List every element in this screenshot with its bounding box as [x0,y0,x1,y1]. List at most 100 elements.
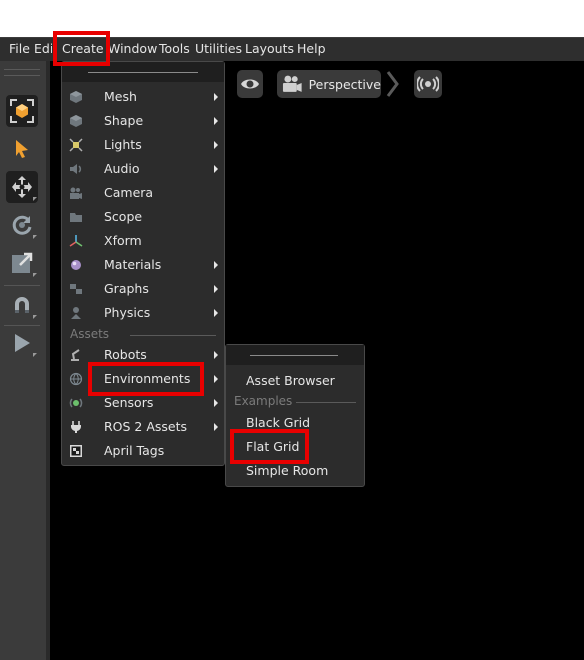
rotate-tool[interactable] [6,209,38,241]
xform-axes-icon [69,234,83,248]
select-mode-icon [10,99,34,123]
sensor-icon [69,396,83,410]
highlight-create [53,31,110,66]
menu-item-april-tags[interactable]: April Tags [62,439,224,463]
select-mode-tool[interactable] [6,95,38,127]
submenu-arrow-icon [214,285,218,293]
submenu-arrow-icon [214,309,218,317]
menu-file[interactable]: File [9,41,30,56]
move-arrows-icon [12,176,32,198]
menu-item-label: Xform [104,233,142,248]
stream-button[interactable] [414,70,442,98]
menu-item-xform[interactable]: Xform [62,229,224,253]
camera-selector[interactable]: Perspective [277,70,381,98]
submenu-arrow-icon [214,351,218,359]
highlight-flat-grid [230,429,309,464]
menu-item-label: Shape [104,113,144,128]
menu-item-label: Black Grid [246,415,311,430]
submenu-arrow-icon [214,93,218,101]
robot-arm-icon [69,348,83,362]
menu-item-graphs[interactable]: Graphs [62,277,224,301]
eye-icon [241,79,259,89]
menu-item-audio[interactable]: Audio [62,157,224,181]
submenu-arrow-icon [214,117,218,125]
menu-item-label: Materials [104,257,162,272]
submenu-arrow-icon [214,261,218,269]
menu-item-shape[interactable]: Shape [62,109,224,133]
scale-tool[interactable] [6,247,38,279]
graph-icon [69,282,83,296]
menu-edit[interactable]: Edit [34,41,52,56]
camera-icon [69,186,83,200]
play-icon [15,334,30,352]
scale-icon [12,252,33,273]
rotate-icon [12,215,32,235]
menu-utilities[interactable]: Utilities [195,41,242,56]
physics-icon [69,306,83,320]
menu-item-label: Physics [104,305,151,320]
material-sphere-icon [69,258,83,272]
light-icon [69,138,83,152]
menu-item-label: Camera [104,185,154,200]
folder-icon [69,210,83,224]
toolbar-grip-2 [4,75,40,76]
toolbar-divider [4,285,40,286]
apriltag-icon [69,444,83,458]
create-menu: Mesh Shape Lights Audio Camera Scope Xfo… [61,61,225,466]
menu-item-label: Simple Room [246,463,329,478]
menu-item-label: Scope [104,209,143,224]
menu-item-label: Mesh [104,89,137,104]
magnet-icon [15,297,29,313]
examples-section-header: Examples [226,393,364,411]
menu-item-ros2-assets[interactable]: ROS 2 Assets [62,415,224,439]
toolbar-divider-2 [4,325,40,326]
menu-tools[interactable]: Tools [159,41,190,56]
assets-section-header: Assets [62,326,224,344]
menu-help[interactable]: Help [297,41,326,56]
shape-cube-icon [69,114,83,128]
menu-item-label: ROS 2 Assets [104,419,188,434]
toolbar-grip [4,69,40,70]
submenu-tearoff[interactable] [226,345,364,365]
mesh-cube-icon [69,90,83,104]
menu-window[interactable]: Window [108,41,157,56]
visibility-button[interactable] [237,70,263,98]
menu-layouts[interactable]: Layouts [245,41,294,56]
menu-item-scope[interactable]: Scope [62,205,224,229]
play-tool[interactable] [6,327,38,359]
menu-item-materials[interactable]: Materials [62,253,224,277]
section-label: Examples [234,394,293,408]
arrow-cursor-icon [16,140,28,158]
section-label: Assets [70,327,110,341]
menu-item-asset-browser[interactable]: Asset Browser [226,369,364,393]
submenu-arrow-icon [214,165,218,173]
speaker-icon [69,162,83,176]
menu-item-label: Lights [104,137,142,152]
menu-item-camera[interactable]: Camera [62,181,224,205]
menu-item-label: Asset Browser [246,373,335,388]
menu-item-lights[interactable]: Lights [62,133,224,157]
snap-tool[interactable] [6,289,38,321]
menu-item-label: Graphs [104,281,149,296]
breadcrumb-separator [386,70,402,98]
menu-item-mesh[interactable]: Mesh [62,85,224,109]
left-toolbar [0,61,46,660]
submenu-arrow-icon [214,375,218,383]
menu-item-label: Robots [104,347,147,362]
select-tool[interactable] [6,133,38,165]
submenu-arrow-icon [214,423,218,431]
broadcast-icon [417,76,439,92]
submenu-arrow-icon [214,141,218,149]
globe-icon [69,372,83,386]
menu-item-label: Sensors [104,395,154,410]
plug-icon [69,420,83,434]
environments-submenu: Asset Browser Examples Black Grid Flat G… [225,344,365,487]
menu-item-physics[interactable]: Physics [62,301,224,325]
menu-item-label: Audio [104,161,140,176]
highlight-environments [88,362,204,396]
camera-icon [282,75,302,92]
chevron-right-icon [386,71,399,97]
camera-label: Perspective [308,76,381,92]
move-tool[interactable] [6,171,38,203]
menu-item-label: April Tags [104,443,165,458]
